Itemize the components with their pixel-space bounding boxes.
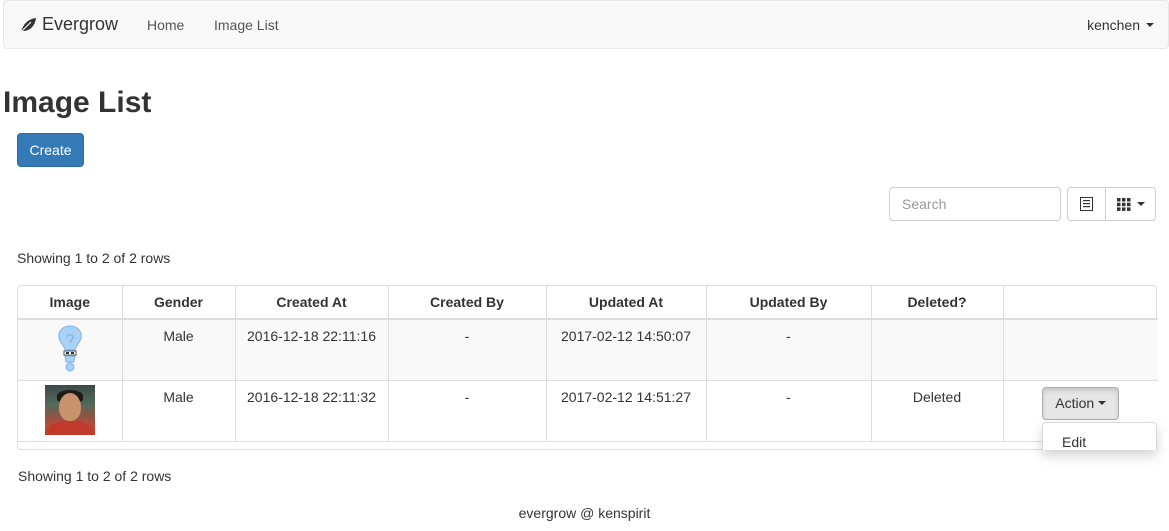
list-view-icon: [1080, 197, 1093, 211]
caret-down-icon: [1146, 23, 1154, 27]
column-header-created-at[interactable]: Created At: [235, 286, 389, 320]
navbar: Evergrow Home Image List kenchen: [3, 0, 1169, 49]
user-photo: [44, 384, 95, 435]
column-header-deleted[interactable]: Deleted?: [871, 286, 1004, 320]
user-menu[interactable]: kenchen: [1087, 17, 1154, 33]
created-by-cell: -: [388, 380, 547, 442]
action-cell: [1003, 319, 1158, 381]
caret-down-icon: [1136, 202, 1145, 206]
created-at-cell: 2016-12-18 22:11:32: [235, 380, 389, 442]
image-cell: [18, 380, 123, 442]
columns-grid-icon: [1116, 197, 1130, 211]
column-header-updated-by[interactable]: Updated By: [706, 286, 872, 320]
page-title: Image List: [3, 86, 152, 119]
image-cell: [18, 319, 123, 381]
table-toolbar: [1067, 187, 1156, 221]
column-header-updated-at[interactable]: Updated At: [546, 286, 707, 320]
pagination-info-bottom: Showing 1 to 2 of 2 rows: [18, 468, 172, 484]
updated-by-cell: -: [706, 319, 872, 381]
nav-image-list[interactable]: Image List: [214, 17, 279, 33]
nav-home[interactable]: Home: [147, 17, 184, 33]
created-by-cell: -: [388, 319, 547, 381]
created-at-cell: 2016-12-18 22:11:16: [235, 319, 389, 381]
menu-item-edit[interactable]: Edit: [1062, 434, 1086, 450]
table-header-row: Image Gender Created At Created By Updat…: [18, 286, 1158, 320]
deleted-cell: Deleted: [871, 380, 1004, 442]
data-table: Image Gender Created At Created By Updat…: [17, 285, 1158, 450]
column-header-actions: [1003, 286, 1158, 320]
updated-by-cell: -: [706, 380, 872, 442]
gender-cell: Male: [122, 380, 236, 442]
lightbulb-placeholder-icon: [58, 325, 82, 372]
columns-button[interactable]: [1105, 187, 1156, 221]
action-dropdown-button[interactable]: Action: [1042, 386, 1120, 420]
create-button[interactable]: Create: [17, 133, 84, 167]
leaf-icon: [20, 17, 36, 32]
brand-label: Evergrow: [42, 14, 119, 34]
footer-text: evergrow @ kenspirit: [518, 505, 651, 521]
updated-at-cell: 2017-02-12 14:50:07: [546, 319, 707, 381]
action-dropdown-menu: Edit: [1042, 422, 1157, 450]
table-row: Male 2016-12-18 22:11:32 - 2017-02-12 14…: [18, 380, 1158, 442]
column-header-image[interactable]: Image: [18, 286, 123, 320]
pagination-info-top: Showing 1 to 2 of 2 rows: [17, 250, 171, 266]
brand-link[interactable]: Evergrow: [19, 14, 118, 35]
updated-at-cell: 2017-02-12 14:51:27: [546, 380, 707, 442]
column-header-created-by[interactable]: Created By: [388, 286, 547, 320]
caret-down-icon: [1098, 401, 1107, 405]
column-header-gender[interactable]: Gender: [122, 286, 236, 320]
gender-cell: Male: [122, 319, 236, 381]
deleted-cell: [871, 319, 1004, 381]
search-input[interactable]: [889, 187, 1061, 221]
action-label: Action: [1055, 395, 1095, 411]
toggle-view-button[interactable]: [1067, 187, 1106, 221]
user-name: kenchen: [1087, 17, 1140, 33]
table-row: Male 2016-12-18 22:11:16 - 2017-02-12 14…: [18, 319, 1158, 381]
